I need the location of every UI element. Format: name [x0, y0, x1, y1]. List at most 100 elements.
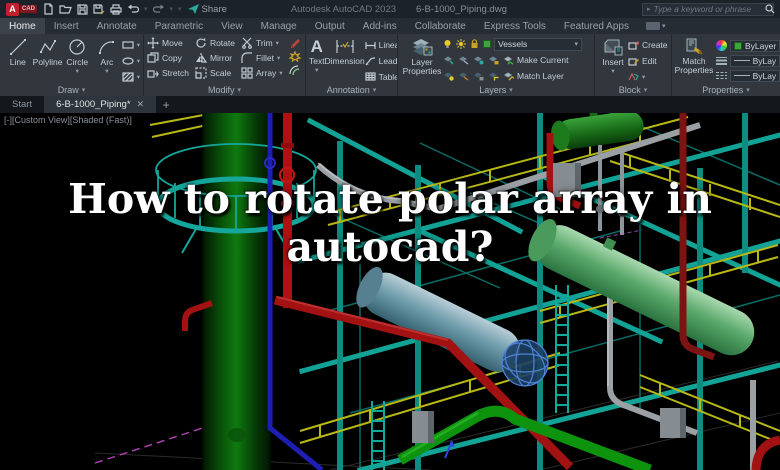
tab-home[interactable]: Home	[0, 18, 45, 34]
fillet-button[interactable]: Fillet ▾	[241, 51, 283, 65]
tab-annotate[interactable]: Annotate	[88, 18, 146, 34]
offset-icon[interactable]	[288, 65, 301, 76]
search-input[interactable]	[653, 4, 762, 14]
layer-tool-icon[interactable]	[488, 55, 499, 65]
layer-dropdown[interactable]: Vessels ▾	[494, 37, 582, 51]
stretch-button[interactable]: Stretch	[147, 66, 189, 80]
trim-dropdown-icon[interactable]: ▾	[276, 39, 279, 47]
layer-tool-icon[interactable]	[458, 55, 469, 65]
search-icon[interactable]	[764, 4, 775, 14]
leader-button[interactable]: Leader▾	[365, 55, 397, 68]
mirror-button[interactable]: Mirror	[195, 51, 235, 65]
new-file-icon[interactable]	[43, 3, 54, 15]
match-properties-button[interactable]: Match Properties	[675, 36, 713, 83]
share-button[interactable]: Share	[187, 4, 227, 15]
tab-start[interactable]: Start	[0, 96, 44, 113]
object-color-dropdown[interactable]: ByLayer	[730, 39, 780, 52]
erase-icon[interactable]	[289, 37, 301, 48]
layer-tool-icon[interactable]	[443, 55, 454, 65]
arc-button[interactable]: Arc ▾	[92, 36, 122, 83]
undo-icon[interactable]	[127, 4, 139, 14]
lineweight-icon[interactable]	[716, 56, 727, 65]
circle-button[interactable]: Circle ▾	[62, 36, 92, 83]
help-search[interactable]: ▸	[642, 2, 775, 16]
redo-dropdown-icon[interactable]: ▾	[170, 5, 174, 13]
plot-icon[interactable]	[110, 3, 122, 15]
tab-parametric[interactable]: Parametric	[146, 18, 212, 34]
redo-icon[interactable]	[152, 4, 165, 14]
tab-drawing[interactable]: 6-B-1000_Piping* ✕	[44, 96, 157, 113]
ellipse-icon[interactable]	[122, 56, 134, 66]
array-button[interactable]: Array ▾	[241, 66, 283, 80]
block-attributes-icon[interactable]	[628, 72, 639, 81]
ellipse-dropdown-icon[interactable]: ▾	[137, 57, 140, 65]
rectangle-dropdown-icon[interactable]: ▾	[137, 41, 140, 49]
open-folder-icon[interactable]	[59, 4, 72, 15]
layer-properties-button[interactable]: Layer Properties	[401, 36, 443, 83]
ribbon-display-toggle[interactable]: ▾	[638, 18, 674, 34]
trim-button[interactable]: Trim ▾	[241, 36, 283, 50]
layer-color-swatch[interactable]	[483, 40, 491, 48]
annotation-panel-label[interactable]: Annotation ▾	[306, 83, 397, 96]
linetype-icon[interactable]	[716, 71, 727, 80]
explode-icon[interactable]	[288, 51, 301, 62]
layer-freeze-sun-icon[interactable]	[456, 39, 466, 49]
tab-express-tools[interactable]: Express Tools	[475, 18, 555, 34]
arc-dropdown-icon[interactable]: ▾	[105, 68, 108, 76]
insert-dropdown-icon[interactable]: ▾	[611, 68, 614, 76]
tab-featured-apps[interactable]: Featured Apps	[555, 18, 638, 34]
color-wheel-icon[interactable]	[716, 40, 727, 51]
linetype-dropdown[interactable]: ByLay	[730, 69, 780, 82]
autocad-logo[interactable]: A CAD	[6, 2, 37, 16]
layers-panel-label[interactable]: Layers ▾	[398, 83, 594, 96]
rotate-button[interactable]: Rotate	[195, 36, 235, 50]
create-block-button[interactable]: Create	[628, 39, 668, 52]
hatch-icon[interactable]	[122, 72, 134, 82]
circle-dropdown-icon[interactable]: ▾	[76, 68, 79, 76]
copy-button[interactable]: Copy	[147, 51, 189, 65]
modify-panel-label[interactable]: Modify ▾	[144, 83, 305, 96]
scale-button[interactable]: Scale	[195, 66, 235, 80]
move-button[interactable]: Move	[147, 36, 189, 50]
save-icon[interactable]	[77, 3, 88, 15]
linear-button[interactable]: Linear▾	[364, 39, 397, 52]
undo-dropdown-icon[interactable]: ▾	[144, 5, 148, 13]
viewport-controls[interactable]: [-][Custom View][Shaded (Fast)]	[4, 115, 132, 125]
search-expand-icon[interactable]: ▸	[647, 5, 651, 13]
table-button[interactable]: Table	[364, 70, 397, 83]
save-as-icon[interactable]	[93, 3, 105, 15]
drawing-viewport[interactable]: [-][Custom View][Shaded (Fast)] How to r…	[0, 113, 780, 470]
lineweight-dropdown[interactable]: ByLay	[730, 54, 780, 67]
dimension-button[interactable]: Dimension	[325, 36, 365, 83]
layer-tool-icon[interactable]	[488, 71, 499, 81]
tab-add-ins[interactable]: Add-ins	[354, 18, 406, 34]
block-panel-label[interactable]: Block ▾	[595, 83, 671, 96]
tab-view[interactable]: View	[212, 18, 252, 34]
make-current-button[interactable]: Make Current	[517, 53, 569, 67]
insert-button[interactable]: Insert ▾	[598, 36, 628, 83]
new-drawing-tab-button[interactable]: +	[156, 96, 176, 113]
array-dropdown-icon[interactable]: ▾	[279, 69, 282, 77]
properties-panel-label[interactable]: Properties ▾	[672, 83, 780, 96]
block-attributes-dropdown-icon[interactable]: ▾	[642, 73, 645, 81]
text-dropdown-icon[interactable]: ▾	[315, 67, 318, 75]
tab-output[interactable]: Output	[306, 18, 354, 34]
layer-tool-icon[interactable]	[473, 55, 484, 65]
layer-tool-icon[interactable]	[443, 71, 454, 81]
hatch-dropdown-icon[interactable]: ▾	[137, 73, 140, 81]
layer-tool-icon[interactable]	[473, 71, 484, 81]
rectangle-icon[interactable]	[122, 40, 134, 50]
layer-on-bulb-icon[interactable]	[443, 39, 452, 49]
tab-manage[interactable]: Manage	[252, 18, 306, 34]
polyline-button[interactable]: Polyline	[33, 36, 62, 83]
tab-collaborate[interactable]: Collaborate	[406, 18, 475, 34]
layer-tool-icon[interactable]	[458, 71, 469, 81]
edit-block-button[interactable]: Edit	[628, 55, 668, 68]
tab-insert[interactable]: Insert	[45, 18, 88, 34]
qat-customize-icon[interactable]: ▾	[178, 5, 182, 13]
line-button[interactable]: Line	[3, 36, 33, 83]
layer-lock-icon[interactable]	[470, 39, 479, 49]
text-button[interactable]: A Text ▾	[309, 36, 325, 83]
draw-panel-label[interactable]: Draw ▾	[0, 83, 143, 96]
match-layer-button[interactable]: Match Layer	[517, 69, 564, 83]
